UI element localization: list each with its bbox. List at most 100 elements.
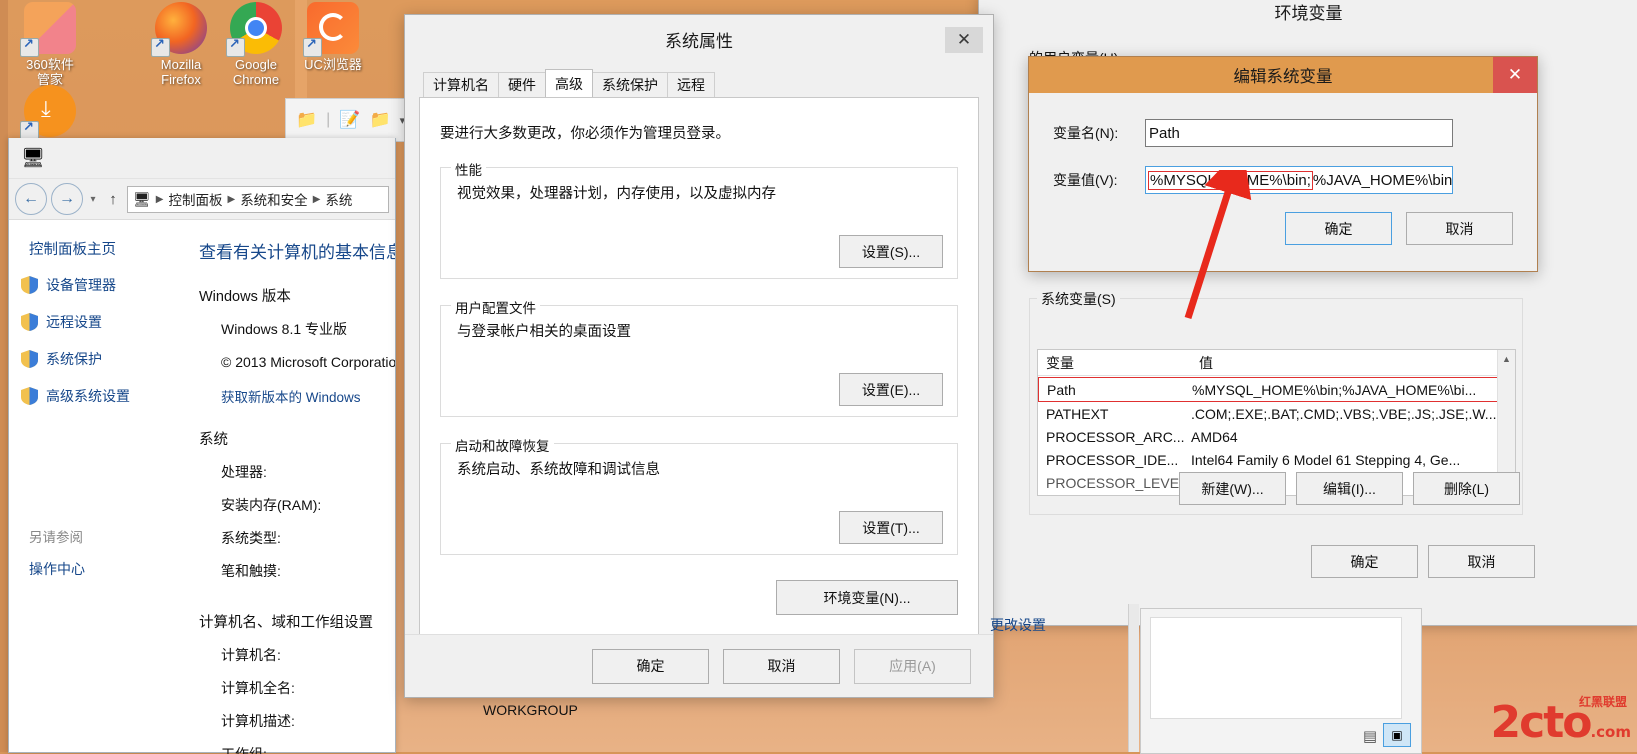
new-variable-button[interactable]: 新建(W)... (1179, 472, 1286, 505)
desktop-icon-downloader[interactable]: ⤓ (0, 85, 100, 140)
table-row[interactable]: PROCESSOR_IDE... Intel64 Family 6 Model … (1038, 448, 1515, 471)
close-icon[interactable]: ✕ (1493, 57, 1537, 93)
table-row[interactable]: Path %MYSQL_HOME%\bin;%JAVA_HOME%\bi... (1038, 377, 1515, 402)
user-profiles-legend: 用户配置文件 (451, 297, 540, 317)
sysprop-apply-button: 应用(A) (854, 648, 971, 684)
breadcrumb-sep: ▶ (227, 193, 236, 205)
environment-variables-title: 环境变量 (1274, 4, 1343, 23)
variable-value-label: 变量值(V): (1053, 172, 1118, 188)
system-section-title: 系统 (199, 432, 228, 448)
computer-icon-small: 🖥 (133, 190, 151, 207)
environment-variables-button[interactable]: 环境变量(N)... (776, 580, 958, 615)
system-properties-dialog: 系统属性 ✕ 计算机名 硬件 高级 系统保护 远程 要进行大多数更改，你必须作为… (404, 14, 994, 698)
system-field-ram: 安装内存(RAM): (221, 497, 322, 513)
uc-swirl (319, 13, 347, 41)
breadcrumb-item-0[interactable]: 控制面板 (168, 189, 222, 209)
back-button[interactable]: ← (15, 183, 47, 215)
folder-icon-2[interactable]: 📁 (370, 110, 391, 130)
env-ok-button[interactable]: 确定 (1311, 545, 1418, 578)
workgroup-value: WORKGROUP (483, 702, 578, 718)
row-variable-name: PROCESSOR_ARC... (1046, 428, 1185, 445)
download-arrow-icon: ⤓ (41, 96, 51, 121)
sidebar-item-home[interactable]: 控制面板主页 (29, 238, 191, 259)
breadcrumb-sep: ▶ (155, 193, 164, 205)
startup-recovery-settings-button[interactable]: 设置(T)... (839, 511, 943, 544)
windows-version-value: Windows 8.1 专业版 (221, 321, 348, 337)
tab-computer-name[interactable]: 计算机名 (423, 72, 499, 97)
desktop-icon-360-software-manager[interactable]: 360软件 管家 (0, 2, 100, 87)
shield-icon (21, 350, 38, 368)
shortcut-arrow-icon (226, 36, 245, 57)
column-header-variable: 变量 (1046, 354, 1074, 371)
performance-legend: 性能 (451, 159, 486, 179)
recent-locations-chevron-icon[interactable]: ▾ (87, 194, 99, 205)
upgrade-windows-link[interactable]: 获取新版本的 Windows (221, 386, 395, 406)
sidebar-item-advanced-system-settings[interactable]: 高级系统设置 (21, 386, 191, 406)
env-cancel-button[interactable]: 取消 (1428, 545, 1535, 578)
control-panel-body: 控制面板主页 设备管理器 远程设置 系统保护 高级系统设置 另请参阅 操作中心 … (9, 220, 395, 754)
thumbnail-view-icon[interactable]: ▣ (1383, 723, 1411, 747)
scroll-up-arrow-icon[interactable]: ▲ (1498, 350, 1515, 367)
up-button[interactable]: ↑ (103, 191, 123, 208)
folder-icon[interactable]: 📁 (296, 110, 317, 130)
watermark-suffix: .com (1590, 723, 1631, 741)
close-icon[interactable]: ✕ (945, 27, 983, 53)
tab-advanced[interactable]: 高级 (545, 69, 593, 97)
remaining-value-segment: %JAVA_HOME%\bin; (1312, 171, 1453, 189)
shortcut-arrow-icon (151, 36, 170, 57)
sysprop-ok-button[interactable]: 确定 (592, 648, 709, 684)
sidebar-item-remote-settings[interactable]: 远程设置 (21, 312, 191, 332)
user-profiles-settings-button[interactable]: 设置(E)... (839, 373, 943, 406)
column-header-value: 值 (1199, 354, 1213, 371)
app-icon: ⤓ (20, 85, 76, 140)
document-check-icon[interactable]: 📝 (339, 110, 360, 130)
see-also-label: 另请参阅 (29, 530, 83, 545)
computer-field-workgroup: 工作组: (221, 746, 267, 754)
variable-name-label: 变量名(N): (1053, 125, 1119, 141)
variable-value-input[interactable]: %MYSQL_HOME%\bin; %JAVA_HOME%\bin; (1145, 166, 1453, 194)
list-view-icon[interactable]: ▤ (1363, 727, 1377, 745)
sidebar-item-label: 高级系统设置 (46, 388, 130, 404)
change-settings-link[interactable]: 更改设置 (990, 615, 1046, 635)
shortcut-arrow-icon (303, 36, 322, 57)
computer-field-fullname: 计算机全名: (221, 680, 295, 696)
edit-variable-button[interactable]: 编辑(I)... (1296, 472, 1403, 505)
row-variable-name: PROCESSOR_IDE... (1046, 451, 1179, 468)
divider: | (326, 111, 331, 128)
tab-hardware[interactable]: 硬件 (498, 72, 546, 97)
delete-variable-button[interactable]: 删除(L) (1413, 472, 1520, 505)
dialog-title: 系统属性 (665, 32, 733, 51)
edit-system-variable-dialog: 编辑系统变量 ✕ 变量名(N): Path 变量值(V): %MYSQL_HOM… (1028, 56, 1538, 272)
highlighted-value-segment: %MYSQL_HOME%\bin; (1148, 170, 1313, 190)
control-panel-content: 查看有关计算机的基本信息 Windows 版本 Windows 8.1 专业版 … (191, 220, 395, 754)
sidebar-item-system-protection[interactable]: 系统保护 (21, 349, 191, 369)
desktop-icon-label: UC浏览器 (304, 57, 362, 72)
control-panel-sidebar: 控制面板主页 设备管理器 远程设置 系统保护 高级系统设置 另请参阅 操作中心 (9, 220, 191, 754)
tab-remote[interactable]: 远程 (667, 72, 715, 97)
tab-system-protection[interactable]: 系统保护 (592, 72, 668, 97)
computer-icon: 🖥 (21, 148, 46, 169)
address-bar[interactable]: 🖥 ▶ 控制面板 ▶ 系统和安全 ▶ 系统 (127, 185, 389, 213)
copyright-text: © 2013 Microsoft Corporation。保留所有权利。 (221, 354, 395, 370)
see-also-action-center[interactable]: 操作中心 (29, 559, 191, 579)
performance-group: 性能 视觉效果，处理器计划，内存使用，以及虚拟内存 设置(S)... (440, 159, 958, 279)
row-variable-value: Intel64 Family 6 Model 61 Stepping 4, Ge… (1191, 451, 1461, 468)
edit-cancel-button[interactable]: 取消 (1406, 212, 1513, 245)
breadcrumb-item-2[interactable]: 系统 (325, 189, 352, 209)
performance-settings-button[interactable]: 设置(S)... (839, 235, 943, 268)
breadcrumb-sep: ▶ (312, 193, 321, 205)
sysprop-cancel-button[interactable]: 取消 (723, 648, 840, 684)
explorer-toolbar-fragment: 📁 | 📝 📁 ▾ (285, 98, 407, 142)
breadcrumb-item-1[interactable]: 系统和安全 (240, 189, 308, 209)
edit-dialog-titlebar: 编辑系统变量 ✕ (1029, 57, 1537, 93)
edit-ok-button[interactable]: 确定 (1285, 212, 1392, 245)
variable-name-row: 变量名(N): Path (1053, 119, 1537, 147)
table-row[interactable]: PATHEXT .COM;.EXE;.BAT;.CMD;.VBS;.VBE;.J… (1038, 402, 1515, 425)
variable-name-input[interactable]: Path (1145, 119, 1453, 147)
dialog-footer: 确定 取消 应用(A) (405, 634, 993, 697)
shield-icon (21, 387, 38, 405)
forward-button[interactable]: → (51, 183, 83, 215)
table-row[interactable]: PROCESSOR_ARC... AMD64 (1038, 425, 1515, 448)
desktop-icon-uc-browser[interactable]: UC浏览器 (283, 2, 383, 72)
sidebar-item-device-manager[interactable]: 设备管理器 (21, 275, 191, 295)
